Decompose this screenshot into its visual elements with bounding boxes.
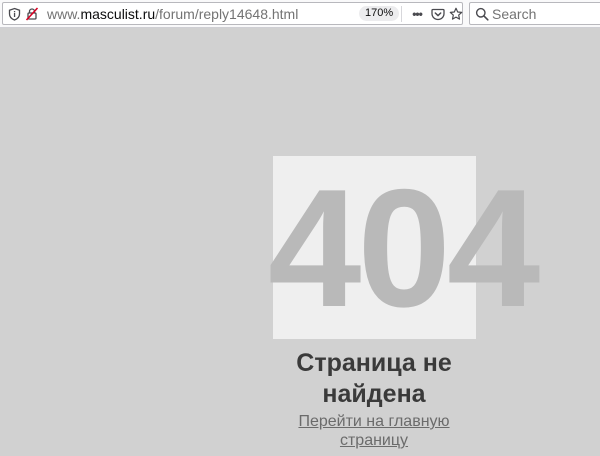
search-bar[interactable] bbox=[469, 2, 600, 25]
info-icon[interactable] bbox=[8, 7, 21, 21]
url-bar[interactable]: www.masculist.ru/forum/reply14648.html 1… bbox=[2, 2, 463, 25]
star-icon[interactable] bbox=[449, 7, 463, 21]
url-bar-divider bbox=[401, 6, 402, 22]
url-domain: masculist.ru bbox=[80, 6, 156, 22]
page-title: Страница не найдена bbox=[296, 349, 452, 408]
more-horizontal-icon[interactable]: ••• bbox=[409, 7, 425, 21]
zoom-level-button[interactable]: 170% bbox=[359, 6, 400, 21]
pocket-icon[interactable] bbox=[431, 7, 445, 21]
home-page-link[interactable]: Перейти на главную страницу bbox=[274, 412, 474, 450]
search-input[interactable] bbox=[492, 4, 600, 23]
page-content: 404 Страница не найдена Перейти на главн… bbox=[0, 28, 600, 456]
magnifier-icon bbox=[475, 7, 489, 21]
url-path: /forum/reply14648.html bbox=[155, 6, 299, 22]
url-text[interactable]: www.masculist.ru/forum/reply14648.html bbox=[47, 5, 298, 23]
insecure-connection-icon[interactable] bbox=[25, 7, 39, 21]
url-prefix: www. bbox=[47, 6, 81, 22]
browser-toolbar: www.masculist.ru/forum/reply14648.html 1… bbox=[0, 0, 600, 28]
error-code: 404 bbox=[268, 154, 540, 342]
